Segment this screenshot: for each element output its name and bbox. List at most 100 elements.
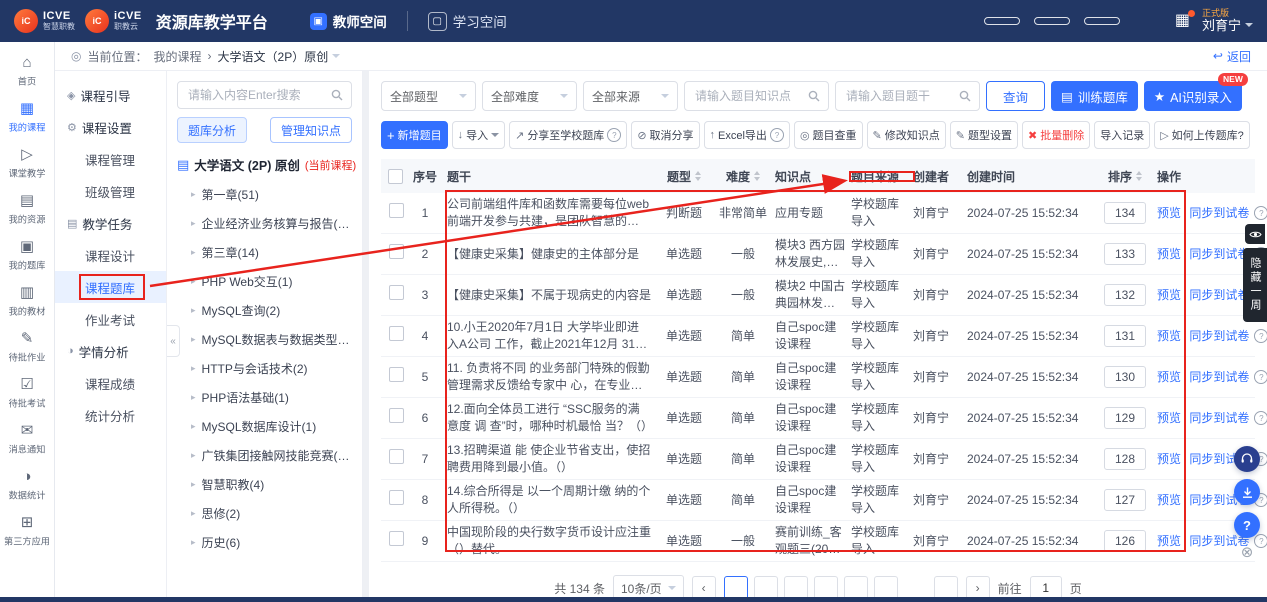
toolbar-button[interactable]: ▷ 如何上传题库?	[1154, 121, 1250, 149]
help-icon[interactable]: ?	[1254, 206, 1267, 220]
help-icon[interactable]: ?	[770, 128, 784, 142]
toolbar-button[interactable]: ⊘ 取消分享	[631, 121, 699, 149]
preview-link[interactable]: 预览	[1157, 452, 1181, 466]
col-type[interactable]: 题型	[657, 168, 717, 185]
space-nav-item[interactable]: ▢ 学习空间	[407, 11, 507, 31]
tree-root-course[interactable]: ▤ 大学语文 (2P) 原创 (当前课程)	[177, 155, 352, 174]
rail-item[interactable]: ⌂ 首页	[0, 48, 54, 94]
question-stem[interactable]: 12.面向全体员工进行 “SSC服务的满意度 调 查”时，哪种时机最恰 当？（）	[447, 401, 651, 435]
sidebar-collapse-handle[interactable]: «	[167, 325, 180, 357]
sidebar-item[interactable]: 课程题库	[55, 271, 166, 303]
rail-item[interactable]: ▷ 课堂教学	[0, 140, 54, 186]
apps-grid-icon[interactable]: ▦	[1175, 13, 1190, 29]
row-checkbox[interactable]	[389, 285, 404, 300]
help-button[interactable]: ?	[1234, 512, 1260, 538]
tree-node[interactable]: ▸ PHP Web交互(1)	[177, 267, 352, 296]
preview-link[interactable]: 预览	[1157, 370, 1181, 384]
user-menu[interactable]: 正式版 刘育宁	[1202, 9, 1253, 33]
sidebar-item[interactable]: 统计分析	[55, 399, 166, 431]
question-stem[interactable]: 11. 负责将不同 的业务部门特殊的假勤 管理需求反馈给专家中 心，在专业中心的…	[447, 360, 651, 394]
rail-item[interactable]: ☑ 待批考试	[0, 370, 54, 416]
customer-service-button[interactable]	[1234, 446, 1260, 472]
sidebar-item[interactable]: ◑ 学情分析	[55, 335, 166, 367]
sidebar-item[interactable]: ◈ 课程引导	[55, 79, 166, 111]
order-input[interactable]: 127	[1104, 489, 1146, 511]
train-bank-button[interactable]: ▤训练题库	[1051, 81, 1138, 111]
rail-item[interactable]: ✉ 消息通知	[0, 416, 54, 462]
space-nav-item[interactable]: ▣ 教师空间	[310, 11, 387, 31]
header-pill-button[interactable]	[984, 17, 1020, 25]
order-input[interactable]: 128	[1104, 448, 1146, 470]
course-dropdown[interactable]: 大学语文（2P）原创	[218, 48, 341, 65]
header-pill-button[interactable]	[1084, 17, 1120, 25]
order-input[interactable]: 133	[1104, 243, 1146, 265]
sidebar-item[interactable]: ▤ 教学任务	[55, 207, 166, 239]
download-button[interactable]	[1234, 479, 1260, 505]
back-button[interactable]: ↩返回	[1213, 48, 1251, 65]
tree-search-input[interactable]	[186, 87, 325, 103]
stem-search-input[interactable]	[844, 88, 955, 104]
toolbar-button[interactable]: ↗ 分享至学校题库 ?	[509, 121, 627, 149]
question-stem[interactable]: 中国现阶段的央行数字货币设计应注重 （）替代。	[447, 524, 651, 558]
sort-icon[interactable]	[695, 171, 701, 181]
toolbar-button[interactable]: ↓ 导入	[452, 121, 506, 149]
rail-item[interactable]: ▤ 我的资源	[0, 186, 54, 232]
select-all-checkbox[interactable]	[388, 169, 403, 184]
question-stem[interactable]: 10.小王2020年7月1日 大学毕业即进入A公司 工作，截止2021年12月 …	[447, 319, 651, 353]
sort-icon[interactable]	[1136, 171, 1142, 181]
row-checkbox[interactable]	[389, 326, 404, 341]
row-checkbox[interactable]	[389, 203, 404, 218]
sidebar-item[interactable]: ⚙ 课程设置	[55, 111, 166, 143]
order-input[interactable]: 131	[1104, 325, 1146, 347]
toolbar-button[interactable]: ✎ 题型设置	[950, 121, 1018, 149]
zhijiaoyun-logo[interactable]: iC iCVE职教云	[85, 9, 142, 33]
sync-to-paper-link[interactable]: 同步到试卷	[1189, 411, 1249, 425]
rail-item[interactable]: ✎ 待批作业	[0, 324, 54, 370]
help-icon[interactable]: ?	[1254, 411, 1267, 425]
row-checkbox[interactable]	[389, 490, 404, 505]
collapse-floating-icon[interactable]: ⊗	[1241, 545, 1254, 560]
tree-node[interactable]: ▸ 广铁集团接触网技能竞赛(10)	[177, 441, 352, 470]
rail-item[interactable]: ▥ 我的教材	[0, 278, 54, 324]
tree-node[interactable]: ▸ 第三章(14)	[177, 238, 352, 267]
question-stem[interactable]: 【健康史采集】不属于现病史的内容是	[447, 287, 651, 304]
question-stem[interactable]: 【健康史采集】健康史的主体部分是	[447, 246, 651, 263]
tree-node[interactable]: ▸ 企业经济业务核算与报告(10)	[177, 209, 352, 238]
row-checkbox[interactable]	[389, 449, 404, 464]
question-stem[interactable]: 公司前端组件库和函数库需要每位web前端开发参与共建，是团队智慧的结晶和...	[447, 196, 651, 230]
rail-item[interactable]: ⊞ 第三方应用	[0, 508, 54, 554]
sidebar-item[interactable]: 作业考试	[55, 303, 166, 335]
sync-to-paper-link[interactable]: 同步到试卷	[1189, 247, 1249, 261]
order-input[interactable]: 126	[1104, 530, 1146, 552]
preview-link[interactable]: 预览	[1157, 288, 1181, 302]
toolbar-button[interactable]: + 新增题目	[381, 121, 448, 149]
question-type-select[interactable]: 全部题型	[381, 81, 476, 111]
toolbar-button[interactable]: ↑ Excel导出 ?	[704, 121, 790, 149]
preview-link[interactable]: 预览	[1157, 247, 1181, 261]
tree-node[interactable]: ▸ PHP语法基础(1)	[177, 383, 352, 412]
row-checkbox[interactable]	[389, 408, 404, 423]
sidebar-item[interactable]: 课程设计	[55, 239, 166, 271]
manage-knowledge-button[interactable]: 管理知识点	[270, 117, 352, 143]
preview-link[interactable]: 预览	[1157, 411, 1181, 425]
help-icon[interactable]: ?	[1254, 370, 1267, 384]
tree-node[interactable]: ▸ 历史(6)	[177, 528, 352, 557]
sort-icon[interactable]	[754, 171, 760, 181]
source-select[interactable]: 全部来源	[583, 81, 678, 111]
preview-link[interactable]: 预览	[1157, 534, 1181, 548]
order-input[interactable]: 129	[1104, 407, 1146, 429]
toolbar-button[interactable]: ✎ 修改知识点	[867, 121, 946, 149]
preview-link[interactable]: 预览	[1157, 329, 1181, 343]
sidebar-item[interactable]: 课程成绩	[55, 367, 166, 399]
row-checkbox[interactable]	[389, 244, 404, 259]
row-checkbox[interactable]	[389, 531, 404, 546]
rail-item[interactable]: ◑ 数据统计	[0, 462, 54, 508]
question-stem[interactable]: 13.招聘渠道 能 使企业节省支出，使招 聘费用降到最小值。（）	[447, 442, 651, 476]
tree-node[interactable]: ▸ MySQL数据库设计(1)	[177, 412, 352, 441]
query-button[interactable]: 查询	[986, 81, 1045, 111]
sync-to-paper-link[interactable]: 同步到试卷	[1189, 329, 1249, 343]
rail-item[interactable]: ▦ 我的课程	[0, 94, 54, 140]
help-icon[interactable]: ?	[1254, 329, 1267, 343]
toolbar-button[interactable]: ✖ 批量删除	[1022, 121, 1090, 149]
tree-node[interactable]: ▸ MySQL数据表与数据类型(3)	[177, 325, 352, 354]
